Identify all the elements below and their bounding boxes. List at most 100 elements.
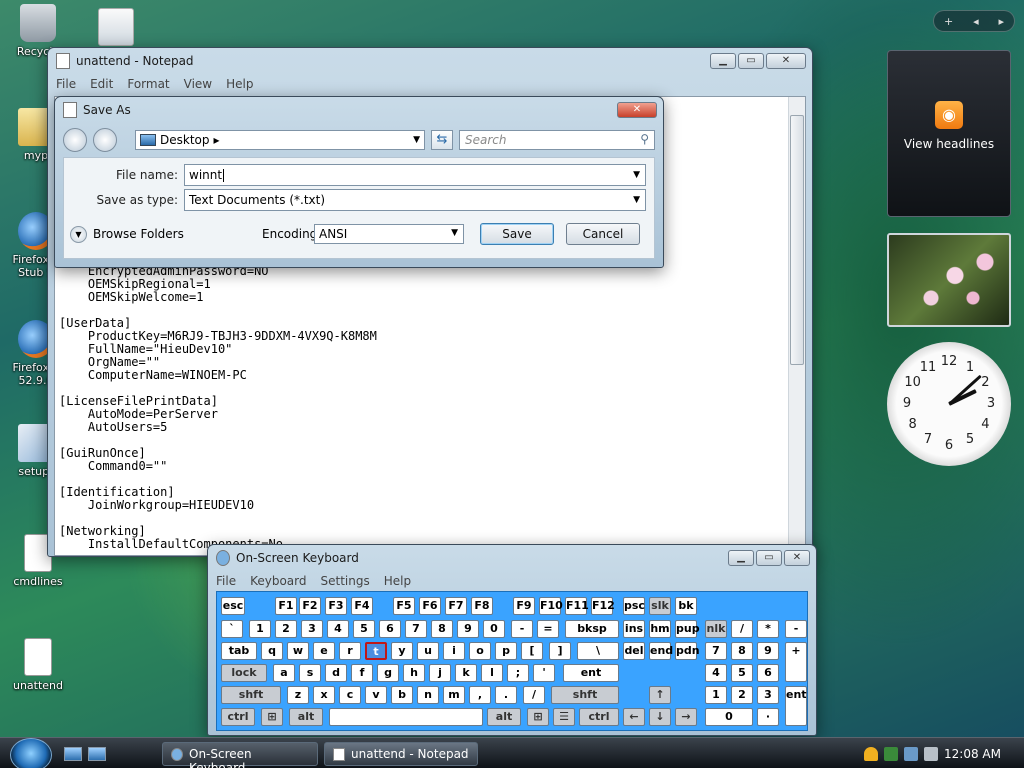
key-☰[interactable]: ☰ <box>553 708 575 726</box>
volume-icon[interactable] <box>924 746 938 761</box>
key-nlk[interactable]: nlk <box>705 620 727 638</box>
key-5[interactable]: 5 <box>731 664 753 682</box>
prev-icon[interactable]: ◂ <box>973 15 979 28</box>
key-ent[interactable]: ent <box>785 686 807 726</box>
key-d[interactable]: d <box>325 664 347 682</box>
menu-keyboard[interactable]: Keyboard <box>250 574 306 588</box>
minimize-button[interactable]: ▁ <box>728 550 754 566</box>
close-button[interactable]: ✕ <box>617 102 657 118</box>
taskbar-button-notepad[interactable]: unattend - Notepad <box>324 742 478 766</box>
key-][interactable]: ] <box>549 642 571 660</box>
key-6[interactable]: 6 <box>379 620 401 638</box>
save-as-dialog[interactable]: Save As ✕ Desktop ▸ ▼ ⇆ Search ⚲ File na… <box>54 96 664 268</box>
search-icon[interactable]: ⚲ <box>640 132 649 146</box>
key-space[interactable] <box>329 708 483 726</box>
key-,[interactable]: , <box>469 686 491 704</box>
menu-file[interactable]: File <box>216 574 236 588</box>
key-*[interactable]: * <box>757 620 779 638</box>
menu-settings[interactable]: Settings <box>321 574 370 588</box>
key-4[interactable]: 4 <box>327 620 349 638</box>
minimize-button[interactable]: ▁ <box>710 53 736 69</box>
key-h[interactable]: h <box>403 664 425 682</box>
key-F4[interactable]: F4 <box>351 597 373 615</box>
chevron-down-icon[interactable]: ▼ <box>633 170 640 180</box>
key-7[interactable]: 7 <box>405 620 427 638</box>
close-button[interactable]: ✕ <box>766 53 806 69</box>
menu-help[interactable]: Help <box>226 77 253 91</box>
network-icon[interactable] <box>904 746 918 761</box>
key-ctrl[interactable]: ctrl <box>579 708 619 726</box>
chevron-down-icon[interactable]: ▼ <box>451 228 458 238</box>
menu-edit[interactable]: Edit <box>90 77 113 91</box>
key-slk[interactable]: slk <box>649 597 671 615</box>
forward-button[interactable] <box>93 128 117 152</box>
key-w[interactable]: w <box>287 642 309 660</box>
maximize-button[interactable]: ▭ <box>738 53 764 69</box>
back-button[interactable] <box>63 128 87 152</box>
key-↑[interactable]: ↑ <box>649 686 671 704</box>
key-5[interactable]: 5 <box>353 620 375 638</box>
start-button[interactable] <box>10 738 52 768</box>
key-ent[interactable]: ent <box>563 664 619 682</box>
address-bar[interactable]: Desktop ▸ ▼ <box>135 130 425 150</box>
chevron-down-icon[interactable]: ▼ <box>633 195 640 205</box>
key-[[interactable]: [ <box>521 642 543 660</box>
key-8[interactable]: 8 <box>431 620 453 638</box>
key-a[interactable]: a <box>273 664 295 682</box>
key-F10[interactable]: F10 <box>539 597 563 615</box>
key-v[interactable]: v <box>365 686 387 704</box>
switch-windows-icon[interactable] <box>88 747 106 761</box>
clock-time[interactable]: 12:08 AM <box>944 747 1001 761</box>
show-desktop-icon[interactable] <box>64 747 82 761</box>
browse-folders-toggle[interactable]: Browse Folders <box>93 227 184 241</box>
taskbar-button-osk[interactable]: On-Screen Keyboard <box>162 742 318 768</box>
key-⊞[interactable]: ⊞ <box>527 708 549 726</box>
sidebar-controls[interactable]: + ◂ ▸ <box>933 10 1015 32</box>
osk-titlebar[interactable]: On-Screen Keyboard ▁ ▭ ✕ <box>208 545 816 571</box>
feed-headlines-gadget[interactable]: ◉ View headlines <box>887 50 1011 217</box>
key-7[interactable]: 7 <box>705 642 727 660</box>
desktop-icon-unattend[interactable]: unattend <box>2 638 74 692</box>
key-l[interactable]: l <box>481 664 503 682</box>
key-.[interactable]: . <box>495 686 517 704</box>
notepad-text[interactable]: EncryptedAdminPassword=NO OEMSkipRegiona… <box>59 265 377 551</box>
chevron-down-icon[interactable]: ▼ <box>70 225 87 243</box>
key-tab[interactable]: tab <box>221 642 257 660</box>
key-F1[interactable]: F1 <box>275 597 297 615</box>
key-lock[interactable]: lock <box>221 664 267 682</box>
add-gadget-icon[interactable]: + <box>944 15 953 28</box>
close-button[interactable]: ✕ <box>784 550 810 566</box>
key-3[interactable]: 3 <box>757 686 779 704</box>
menu-help[interactable]: Help <box>384 574 411 588</box>
key-esc[interactable]: esc <box>221 597 245 615</box>
key-←[interactable]: ← <box>623 708 645 726</box>
key-z[interactable]: z <box>287 686 309 704</box>
menu-file[interactable]: File <box>56 77 76 91</box>
key-m[interactable]: m <box>443 686 465 704</box>
key-n[interactable]: n <box>417 686 439 704</box>
key-ctrl[interactable]: ctrl <box>221 708 255 726</box>
key-F5[interactable]: F5 <box>393 597 415 615</box>
key-e[interactable]: e <box>313 642 335 660</box>
key-1[interactable]: 1 <box>249 620 271 638</box>
key-4[interactable]: 4 <box>705 664 727 682</box>
scrollbar-thumb[interactable] <box>790 115 804 365</box>
key-F11[interactable]: F11 <box>565 597 589 615</box>
key--[interactable]: - <box>785 620 807 638</box>
key-b[interactable]: b <box>391 686 413 704</box>
key-F6[interactable]: F6 <box>419 597 441 615</box>
key-F2[interactable]: F2 <box>299 597 321 615</box>
key-F3[interactable]: F3 <box>325 597 347 615</box>
save-button[interactable]: Save <box>480 223 554 245</box>
key-8[interactable]: 8 <box>731 642 753 660</box>
key-u[interactable]: u <box>417 642 439 660</box>
key-alt[interactable]: alt <box>289 708 323 726</box>
key-pdn[interactable]: pdn <box>675 642 700 660</box>
key-/[interactable]: / <box>523 686 545 704</box>
key-9[interactable]: 9 <box>757 642 779 660</box>
key-alt[interactable]: alt <box>487 708 521 726</box>
key-k[interactable]: k <box>455 664 477 682</box>
key-=[interactable]: = <box>537 620 559 638</box>
key-x[interactable]: x <box>313 686 335 704</box>
key-q[interactable]: q <box>261 642 283 660</box>
